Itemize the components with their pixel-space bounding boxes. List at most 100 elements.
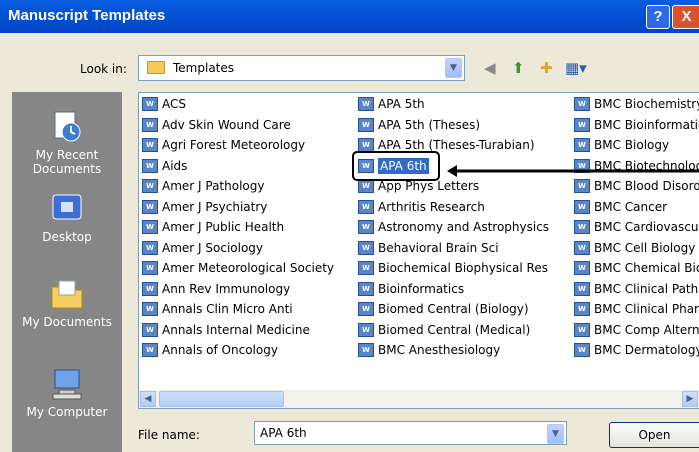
file-item[interactable]: W Amer J Sociology <box>141 238 334 259</box>
word-document-icon: W <box>574 97 590 111</box>
file-item-label: Amer J Public Health <box>162 220 285 234</box>
file-item-label: BMC Cell Biology <box>594 240 696 255</box>
file-item[interactable]: W Agri Forest Meteorology <box>141 135 334 156</box>
place-desktop[interactable]: Desktop <box>12 192 122 244</box>
file-item[interactable]: W Adv Skin Wound Care <box>141 115 334 136</box>
word-document-icon: W <box>358 322 374 337</box>
word-document-icon: W <box>574 199 590 214</box>
word-document-icon: W <box>574 117 590 132</box>
file-column-2: W APA 5th W APA 5th (Theses) W APA 5th (These… <box>357 94 549 361</box>
chevron-down-icon[interactable]: ▼ <box>445 58 462 78</box>
file-item[interactable]: W BMC Anesthesiology <box>357 340 549 361</box>
file-item-label: Amer Meteorological Society <box>162 261 335 275</box>
file-item[interactable]: W APA 5th <box>357 94 549 115</box>
file-item[interactable]: W Bioinformatics <box>357 279 549 300</box>
word-document-icon: W <box>142 220 158 234</box>
horizontal-scrollbar[interactable]: ◀ ▶ <box>139 390 699 408</box>
file-item[interactable]: W Biochemical Biophysical Res <box>357 258 549 279</box>
place-my-recent-documents[interactable]: My Recent Documents <box>12 110 122 176</box>
look-in-combo[interactable]: Templates ▼ <box>138 55 465 81</box>
file-item-label: ACS <box>162 97 186 111</box>
word-document-icon: W <box>358 97 374 111</box>
word-document-icon: W <box>574 138 590 152</box>
title-bar: Manuscript Templates ? X <box>0 0 699 33</box>
word-document-icon: W <box>142 97 158 111</box>
views-menu-icon[interactable]: ▦▾ <box>565 58 587 78</box>
chevron-down-icon[interactable]: ▼ <box>547 424 564 444</box>
file-item-label: BMC Cardiovascular <box>594 220 699 234</box>
file-item-label: BMC Biology <box>594 138 670 152</box>
open-button[interactable]: Open <box>609 422 699 448</box>
file-item[interactable]: W BMC Biology <box>573 135 699 156</box>
word-document-icon: W <box>358 261 374 275</box>
desktop-icon <box>49 192 85 226</box>
file-item-label: APA 5th <box>378 97 425 111</box>
file-item[interactable]: W BMC Biochemistry <box>573 94 699 115</box>
word-document-icon: W <box>358 220 374 234</box>
file-item-label: BMC Dermatology <box>594 343 699 357</box>
file-item[interactable]: W BMC Bioinformatics <box>573 115 699 136</box>
file-item-label: Biomed Central (Medical) <box>378 322 531 337</box>
file-list[interactable]: W ACS W Adv Skin Wound Care W Agri Forest Met… <box>138 92 699 409</box>
file-item-label: Arthritis Research <box>378 199 485 214</box>
file-name-label: File name: <box>138 428 200 442</box>
file-item-label: Ann Rev Immunology <box>162 281 291 296</box>
file-item[interactable]: W Aids <box>141 156 334 177</box>
file-item[interactable]: W BMC Cancer <box>573 197 699 218</box>
scrollbar-thumb[interactable] <box>159 391 284 407</box>
back-icon[interactable]: ◀ <box>484 58 496 78</box>
file-item[interactable]: W ACS <box>141 94 334 115</box>
word-document-icon: W <box>574 261 590 275</box>
file-item[interactable]: W Astronomy and Astrophysics <box>357 217 549 238</box>
close-button[interactable]: X <box>672 5 699 29</box>
file-item[interactable]: W BMC Blood Disorders <box>573 176 699 197</box>
file-item[interactable]: W BMC Dermatology <box>573 340 699 361</box>
file-item[interactable]: W Amer J Psychiatry <box>141 197 334 218</box>
file-name-input[interactable]: APA 6th ▼ <box>254 421 567 445</box>
selection-callout-box <box>352 151 440 181</box>
file-item[interactable]: W Biomed Central (Biology) <box>357 299 549 320</box>
word-document-icon: W <box>142 179 158 193</box>
file-item[interactable]: W Annals of Oncology <box>141 340 334 361</box>
place-my-computer[interactable]: My Computer <box>12 367 122 419</box>
file-item-label: Annals Clin Micro Anti <box>162 302 293 316</box>
file-item-label: BMC Bioinformatics <box>594 117 699 132</box>
file-item[interactable]: W Annals Clin Micro Anti <box>141 299 334 320</box>
file-item[interactable]: W BMC Cardiovascular <box>573 217 699 238</box>
file-item-label: Aids <box>162 158 188 173</box>
word-document-icon: W <box>142 322 158 337</box>
file-item-label: Agri Forest Meteorology <box>162 138 306 152</box>
file-item[interactable]: W BMC Clinical Pathology <box>573 279 699 300</box>
file-item[interactable]: W Annals Internal Medicine <box>141 320 334 341</box>
file-item[interactable]: W BMC Comp Alternative <box>573 320 699 341</box>
file-item-label: BMC Clinical Pathology <box>594 281 699 296</box>
new-folder-icon[interactable]: ✚ <box>540 58 553 78</box>
file-item-label: Annals Internal Medicine <box>162 322 310 337</box>
file-item-label: App Phys Letters <box>378 179 480 193</box>
up-folder-icon[interactable]: ⬆ <box>512 58 525 78</box>
word-document-icon: W <box>574 240 590 255</box>
scroll-left-icon[interactable]: ◀ <box>140 391 156 407</box>
file-item-label: Biomed Central (Biology) <box>378 302 529 316</box>
help-button[interactable]: ? <box>646 5 670 29</box>
file-item[interactable]: W Amer Meteorological Society <box>141 258 334 279</box>
file-item[interactable]: W BMC Chemical Biology <box>573 258 699 279</box>
word-document-icon: W <box>142 138 158 152</box>
file-item[interactable]: W Ann Rev Immunology <box>141 279 334 300</box>
file-item[interactable]: W BMC Clinical Pharmacology <box>573 299 699 320</box>
word-document-icon: W <box>358 117 374 132</box>
file-item[interactable]: W Amer J Pathology <box>141 176 334 197</box>
recent-documents-icon <box>49 110 85 144</box>
file-item[interactable]: W Behavioral Brain Sci <box>357 238 549 259</box>
my-documents-icon <box>49 277 85 311</box>
place-my-documents[interactable]: My Documents <box>12 277 122 329</box>
file-item-label: Amer J Pathology <box>162 179 265 193</box>
file-item[interactable]: W Amer J Public Health <box>141 217 334 238</box>
file-item[interactable]: W APA 5th (Theses) <box>357 115 549 136</box>
file-item[interactable]: W Biomed Central (Medical) <box>357 320 549 341</box>
file-item[interactable]: W BMC Cell Biology <box>573 238 699 259</box>
look-in-value: Templates <box>173 61 235 75</box>
file-item[interactable]: W Arthritis Research <box>357 197 549 218</box>
scroll-right-icon[interactable]: ▶ <box>682 391 698 407</box>
file-column-3: W BMC Biochemistry W BMC Bioinformatics W BMC… <box>573 94 699 361</box>
